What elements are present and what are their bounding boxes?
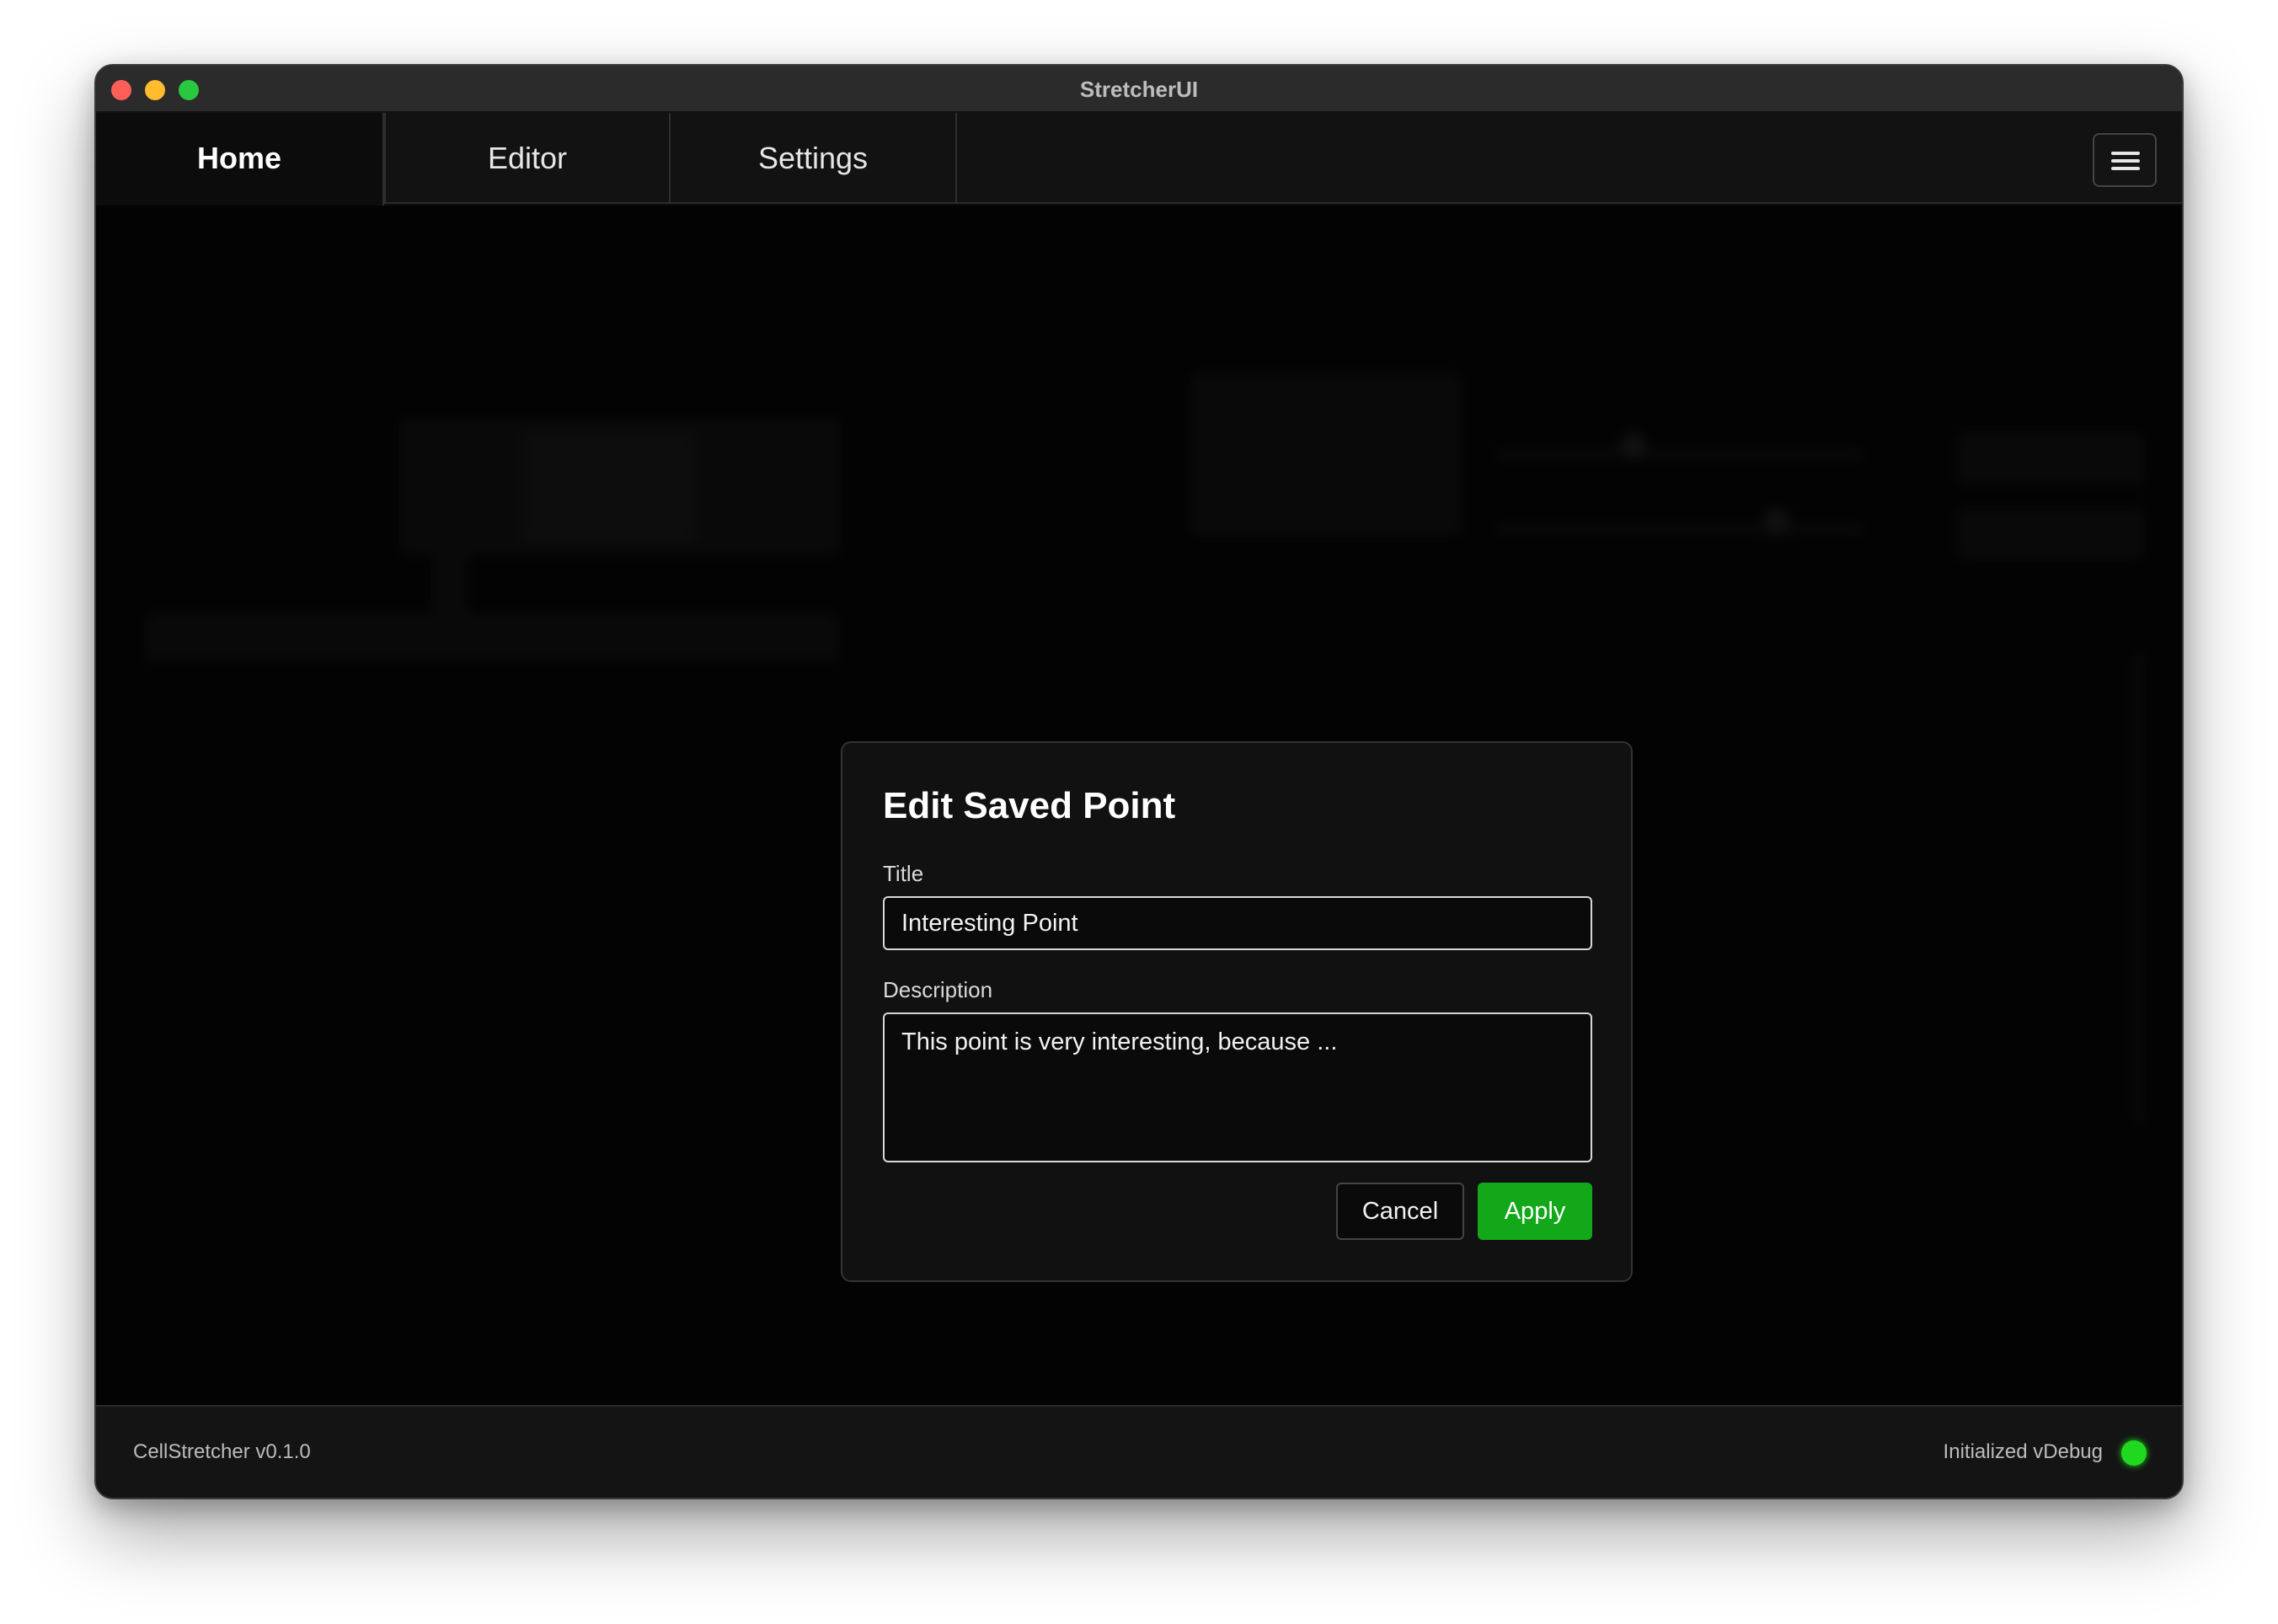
title-input[interactable]: Interesting Point <box>883 896 1592 950</box>
title-bar: StretcherUI <box>96 66 2182 113</box>
status-text: Initialized vDebug <box>1943 1440 2103 1463</box>
hamburger-menu-icon <box>2111 152 2140 155</box>
version-label: CellStretcher v0.1.0 <box>133 1440 311 1463</box>
edit-saved-point-dialog: Edit Saved Point Title Interesting Point… <box>841 741 1633 1282</box>
dialog-title: Edit Saved Point <box>883 785 1176 826</box>
main-content: Edit Saved Point Title Interesting Point… <box>96 206 2182 1408</box>
menu-button[interactable] <box>2093 133 2157 187</box>
tab-editor[interactable]: Editor <box>384 113 671 204</box>
status-bar: CellStretcher v0.1.0 Initialized vDebug <box>96 1405 2182 1498</box>
window-title: StretcherUI <box>1079 77 1199 102</box>
description-textarea[interactable]: This point is very interesting, because … <box>883 1012 1592 1162</box>
apply-button[interactable]: Apply <box>1478 1183 1592 1240</box>
tab-settings[interactable]: Settings <box>671 113 957 204</box>
app-window: StretcherUI Home Editor Settings Edit Sa… <box>94 64 2184 1499</box>
description-label: Description <box>883 977 993 1002</box>
tab-home[interactable]: Home <box>96 113 384 206</box>
cancel-button[interactable]: Cancel <box>1336 1183 1464 1240</box>
title-label: Title <box>883 861 924 886</box>
status-indicator-icon <box>2121 1440 2147 1466</box>
tab-bar: Home Editor Settings <box>96 113 2182 206</box>
